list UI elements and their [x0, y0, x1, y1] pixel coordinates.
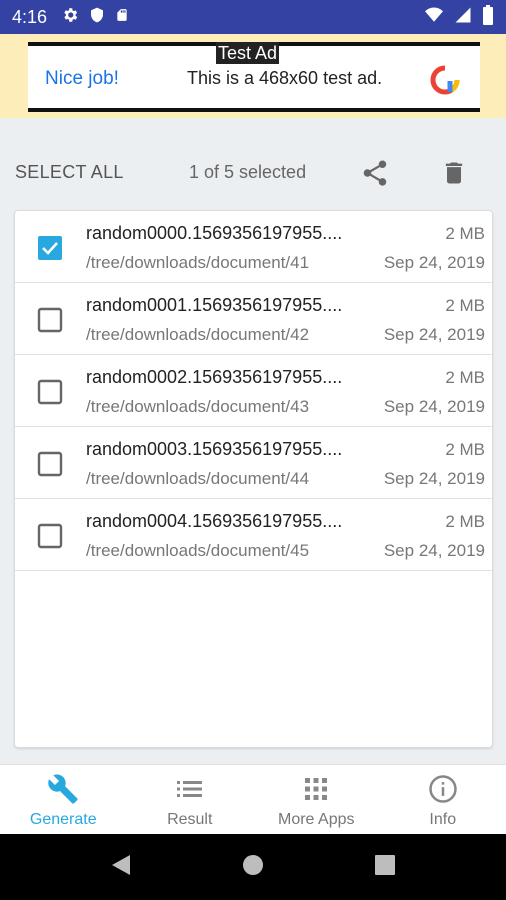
wrench-icon [47, 773, 79, 805]
file-list: random0000.1569356197955.... /tree/downl… [14, 210, 493, 748]
ad-headline[interactable]: Nice job! [45, 68, 119, 90]
test-ad[interactable]: Nice job! This is a 468x60 test ad. Test… [28, 42, 480, 112]
file-path: /tree/downloads/document/45 [86, 541, 310, 560]
trash-icon[interactable] [440, 158, 468, 193]
file-date: Sep 24, 2019 [383, 325, 485, 344]
file-name: random0000.1569356197955.... [86, 223, 343, 243]
file-name: random0004.1569356197955.... [86, 511, 343, 531]
file-date: Sep 24, 2019 [383, 541, 485, 560]
checkbox-unchecked[interactable] [37, 307, 63, 333]
system-navigation-bar [0, 834, 506, 900]
list-item[interactable]: random0001.1569356197955.... /tree/downl… [15, 283, 492, 355]
info-icon [428, 773, 458, 805]
list-icon [176, 773, 204, 805]
nav-label: Generate [29, 811, 97, 828]
list-item[interactable]: random0002.1569356197955.... /tree/downl… [15, 355, 492, 427]
selection-toolbar: SELECT ALL 1 of 5 selected [0, 150, 506, 196]
file-date: Sep 24, 2019 [383, 397, 485, 416]
file-size: 2 MB [445, 224, 485, 243]
sd-card-icon [115, 6, 129, 29]
checkbox-unchecked[interactable] [37, 451, 63, 477]
list-item[interactable]: random0004.1569356197955.... /tree/downl… [15, 499, 492, 571]
share-icon[interactable] [360, 158, 390, 193]
battery-icon [482, 4, 494, 30]
checkbox-unchecked[interactable] [37, 523, 63, 549]
test-ad-label: Test Ad [216, 42, 280, 64]
file-name: random0001.1569356197955.... [86, 295, 343, 315]
selection-count: 1 of 5 selected [189, 162, 307, 182]
shield-icon [89, 6, 105, 29]
wifi-icon [424, 6, 444, 29]
grid-icon [303, 773, 329, 805]
file-name: random0003.1569356197955.... [86, 439, 343, 459]
file-size: 2 MB [445, 368, 485, 387]
file-name: random0002.1569356197955.... [86, 367, 343, 387]
home-icon[interactable] [242, 854, 264, 881]
recents-icon[interactable] [374, 854, 396, 881]
select-all-button[interactable]: SELECT ALL [15, 162, 124, 183]
checkbox-unchecked[interactable] [37, 379, 63, 405]
file-path: /tree/downloads/document/43 [86, 397, 310, 416]
file-size: 2 MB [445, 512, 485, 531]
file-date: Sep 24, 2019 [383, 253, 485, 272]
back-icon[interactable] [110, 853, 132, 882]
file-path: /tree/downloads/document/42 [86, 325, 310, 344]
bottom-navigation: Generate Result More Apps Info [0, 764, 506, 834]
file-path: /tree/downloads/document/41 [86, 253, 310, 272]
ad-banner-area: Nice job! This is a 468x60 test ad. Test… [0, 34, 506, 118]
file-path: /tree/downloads/document/44 [86, 469, 310, 488]
file-size: 2 MB [445, 296, 485, 315]
nav-label: More Apps [278, 811, 355, 828]
gear-icon [61, 6, 79, 29]
list-item[interactable]: random0000.1569356197955.... /tree/downl… [15, 211, 492, 283]
status-time: 4:16 [12, 6, 48, 27]
nav-result[interactable]: Result [127, 765, 254, 834]
signal-icon [454, 6, 472, 29]
nav-more-apps[interactable]: More Apps [253, 765, 380, 834]
ad-logo-icon[interactable] [429, 64, 461, 101]
ad-description[interactable]: This is a 468x60 test ad. [187, 68, 382, 89]
checkbox-checked[interactable] [37, 235, 63, 261]
nav-label: Result [167, 811, 213, 828]
list-item[interactable]: random0003.1569356197955.... /tree/downl… [15, 427, 492, 499]
nav-generate[interactable]: Generate [0, 765, 127, 834]
nav-info[interactable]: Info [380, 765, 506, 834]
status-bar: 4:16 [0, 0, 506, 34]
file-date: Sep 24, 2019 [383, 469, 485, 488]
nav-label: Info [429, 811, 457, 828]
file-size: 2 MB [445, 440, 485, 459]
